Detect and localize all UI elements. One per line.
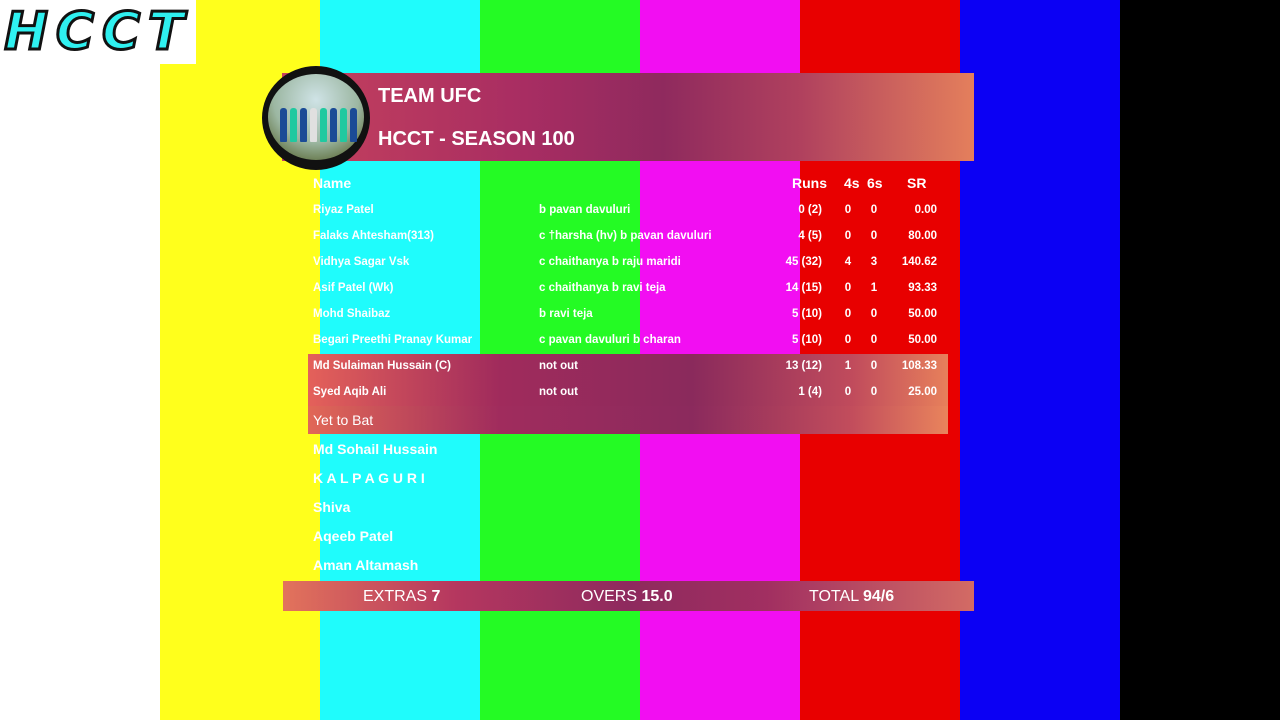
yet-to-bat-player: Md Sohail Hussain: [313, 441, 438, 457]
batting-row-not-out: Syed Aqib Ali not out 1 (4) 0 0 25.00: [308, 380, 948, 406]
batter-name: Vidhya Sagar Vsk: [313, 256, 410, 268]
dismissal: c †harsha (hv) b pavan davuluri: [539, 230, 712, 242]
hcct-logo: HCCT: [0, 0, 196, 64]
strike-rate: 108.33: [901, 360, 937, 372]
fours: 0: [844, 282, 852, 294]
player-figure: [310, 108, 317, 142]
strike-rate: 50.00: [908, 308, 937, 320]
player-figure: [330, 108, 337, 142]
innings-summary-bar: EXTRAS 7 OVERS 15.0 TOTAL 94/6: [283, 581, 974, 611]
batting-row: Begari Preethi Pranay Kumar c pavan davu…: [308, 328, 948, 354]
batter-name: Asif Patel (Wk): [313, 282, 394, 294]
column-header-name: Name: [313, 175, 352, 191]
strike-rate: 80.00: [908, 230, 937, 242]
runs-balls: 45 (32): [785, 256, 822, 268]
dismissal: not out: [539, 386, 578, 398]
total-value: 94/6: [862, 588, 895, 605]
dismissal: c chaithanya b ravi teja: [539, 282, 666, 294]
dismissal: c pavan davuluri b charan: [539, 334, 681, 346]
batting-row: Falaks Ahtesham(313) c †harsha (hv) b pa…: [308, 224, 948, 250]
fours: 1: [844, 360, 852, 372]
player-figure: [290, 108, 297, 142]
strike-rate: 93.33: [908, 282, 937, 294]
strike-rate: 0.00: [914, 204, 937, 216]
runs-balls: 14 (15): [785, 282, 822, 294]
total-summary: TOTAL 94/6: [809, 588, 894, 606]
season-title: HCCT - SEASON 100: [378, 128, 575, 150]
column-header-fours: 4s: [844, 175, 860, 191]
yet-to-bat-player: K A L P A G U R I: [313, 470, 425, 486]
fours: 0: [844, 386, 852, 398]
batting-row: Riyaz Patel b pavan davuluri 0 (2) 0 0 0…: [308, 198, 948, 224]
batter-name: Mohd Shaibaz: [313, 308, 391, 320]
fours: 4: [844, 256, 852, 268]
batting-row: Vidhya Sagar Vsk c chaithanya b raju mar…: [308, 250, 948, 276]
runs-balls: 13 (12): [785, 360, 822, 372]
yet-to-bat-player: Shiva: [313, 499, 351, 515]
player-figure: [300, 108, 307, 142]
batting-row: Mohd Shaibaz b ravi teja 5 (10) 0 0 50.0…: [308, 302, 948, 328]
overs-label: OVERS: [581, 588, 638, 605]
sixes: 0: [870, 230, 878, 242]
runs-balls: 0 (2): [798, 204, 822, 216]
yet-to-bat-label: Yet to Bat: [313, 412, 374, 428]
fours: 0: [844, 204, 852, 216]
runs-balls: 4 (5): [798, 230, 822, 242]
bar-black: [1120, 0, 1280, 720]
batter-name: Syed Aqib Ali: [313, 386, 387, 398]
sixes: 0: [870, 360, 878, 372]
overs-value: 15.0: [641, 588, 673, 605]
team-photo-avatar: [262, 66, 370, 170]
sixes: 0: [870, 204, 878, 216]
column-header-sixes: 6s: [867, 175, 883, 191]
strike-rate: 25.00: [908, 386, 937, 398]
player-figure: [350, 108, 357, 142]
batter-name: Begari Preethi Pranay Kumar: [313, 334, 473, 346]
batting-row-not-out: Md Sulaiman Hussain (C) not out 13 (12) …: [308, 354, 948, 380]
dismissal: b ravi teja: [539, 308, 593, 320]
yet-to-bat-player: Aqeeb Patel: [313, 528, 394, 544]
dismissal: c chaithanya b raju maridi: [539, 256, 681, 268]
yet-to-bat-player: Aman Altamash: [313, 557, 419, 573]
batter-name: Falaks Ahtesham(313): [313, 230, 435, 242]
sixes: 0: [870, 308, 878, 320]
dismissal: not out: [539, 360, 578, 372]
fours: 0: [844, 230, 852, 242]
yet-to-bat-banner: Yet to Bat: [308, 406, 948, 434]
player-figure: [320, 108, 327, 142]
batter-name: Riyaz Patel: [313, 204, 374, 216]
sixes: 3: [870, 256, 878, 268]
sixes: 0: [870, 386, 878, 398]
strike-rate: 140.62: [901, 256, 937, 268]
extras-value: 7: [431, 588, 441, 605]
dismissal: b pavan davuluri: [539, 204, 631, 216]
sixes: 1: [870, 282, 878, 294]
extras-summary: EXTRAS 7: [363, 588, 440, 606]
runs-balls: 5 (10): [791, 334, 822, 346]
strike-rate: 50.00: [908, 334, 937, 346]
batter-name: Md Sulaiman Hussain (C): [313, 360, 452, 372]
player-figure: [340, 108, 347, 142]
fours: 0: [844, 334, 852, 346]
team-name: TEAM UFC: [378, 85, 482, 107]
sixes: 0: [870, 334, 878, 346]
total-label: TOTAL: [809, 588, 859, 605]
runs-balls: 5 (10): [791, 308, 822, 320]
extras-label: EXTRAS: [363, 588, 428, 605]
column-header-sr: SR: [907, 175, 927, 191]
logo-text: HCCT: [3, 2, 192, 62]
column-header-runs: Runs: [792, 175, 827, 191]
fours: 0: [844, 308, 852, 320]
bar-blue: [960, 0, 1120, 720]
player-figure: [280, 108, 287, 142]
overs-summary: OVERS 15.0: [581, 588, 673, 606]
batting-row: Asif Patel (Wk) c chaithanya b ravi teja…: [308, 276, 948, 302]
runs-balls: 1 (4): [798, 386, 822, 398]
